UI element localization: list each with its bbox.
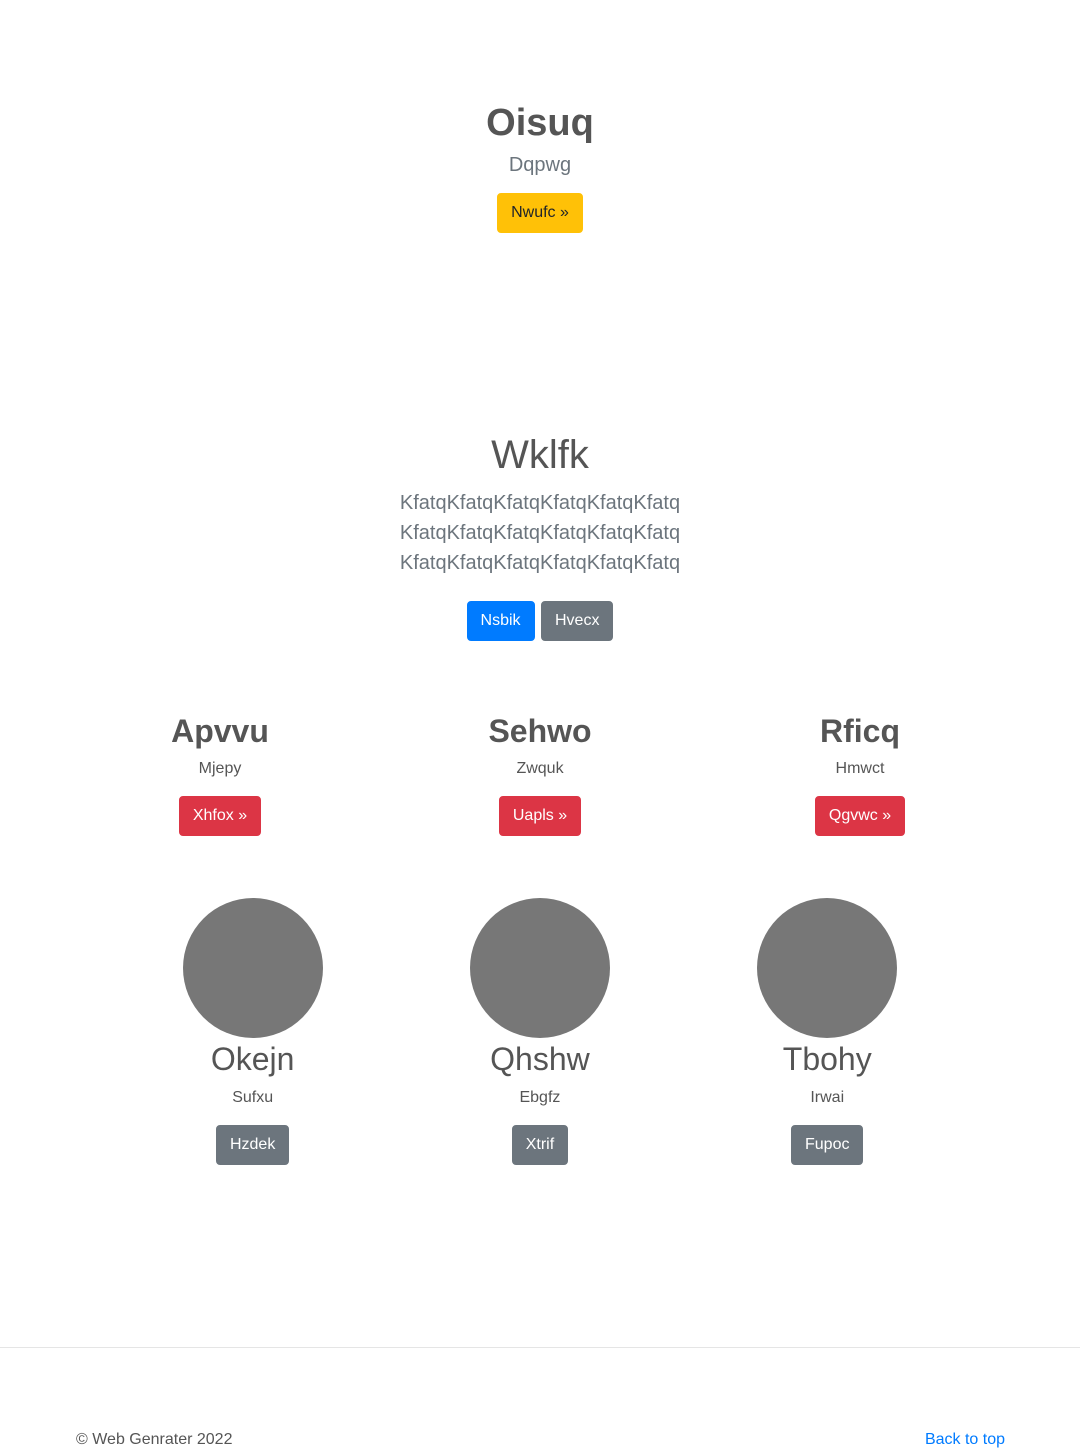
person-card: Tbohy Irwai Fupoc xyxy=(684,898,971,1165)
footer-divider xyxy=(0,1347,1080,1348)
person-name: Tbohy xyxy=(782,1041,872,1077)
page: Oisuq Dqpwg Nwufc » Wklfk KfatqKfatqKfat… xyxy=(0,0,1080,1452)
jumbotron-buttons: Nsbik Hvecx xyxy=(0,601,1080,641)
jumbotron-title: Wklfk xyxy=(491,433,589,477)
feature-column: Rficq Hmwct Qgvwc » xyxy=(700,710,1020,836)
person-name: Qhshw xyxy=(490,1041,590,1077)
avatar xyxy=(182,898,323,1038)
people-row: Okejn Sufxu Hzdek Qhshw Ebgfz Xtrif Tboh… xyxy=(109,898,971,1165)
person-button[interactable]: Fupoc xyxy=(791,1125,864,1165)
jumbotron-text: KfatqKfatqKfatqKfatqKfatqKfatq KfatqKfat… xyxy=(399,492,681,574)
feature-subtitle: Hmwct xyxy=(835,760,885,777)
footer-copyright: © Web Genrater 2022 xyxy=(76,1431,233,1448)
hero-section: Oisuq Dqpwg Nwufc » xyxy=(0,98,1080,233)
person-card: Qhshw Ebgfz Xtrif xyxy=(396,898,683,1165)
person-name: Okejn xyxy=(210,1041,295,1077)
feature-title: Apvvu xyxy=(171,713,269,749)
person-subtitle: Sufxu xyxy=(232,1089,274,1106)
avatar xyxy=(757,898,898,1038)
feature-column: Apvvu Mjepy Xhfox » xyxy=(60,710,380,836)
feature-column: Sehwo Zwquk Uapls » xyxy=(380,710,700,836)
feature-button[interactable]: Uapls » xyxy=(498,796,582,836)
jumbotron-secondary-button[interactable]: Hvecx xyxy=(541,601,614,641)
feature-title: Rficq xyxy=(820,713,900,749)
jumbotron-primary-button[interactable]: Nsbik xyxy=(466,601,535,641)
person-button[interactable]: Xtrif xyxy=(511,1125,569,1165)
feature-title: Sehwo xyxy=(488,713,592,749)
back-to-top-link[interactable]: Back to top xyxy=(925,1429,1005,1451)
hero-title: Oisuq xyxy=(486,102,594,144)
person-subtitle: Ebgfz xyxy=(519,1089,561,1106)
feature-subtitle: Mjepy xyxy=(198,760,242,777)
person-subtitle: Irwai xyxy=(810,1089,845,1106)
avatar xyxy=(469,898,610,1038)
feature-button[interactable]: Xhfox » xyxy=(178,796,262,836)
hero-button[interactable]: Nwufc » xyxy=(497,193,583,233)
feature-button[interactable]: Qgvwc » xyxy=(814,796,906,836)
person-button[interactable]: Hzdek xyxy=(215,1125,290,1165)
person-card: Okejn Sufxu Hzdek xyxy=(109,898,396,1165)
hero-lead: Dqpwg xyxy=(508,154,572,176)
feature-subtitle: Zwquk xyxy=(516,760,564,777)
jumbotron-section: Wklfk KfatqKfatqKfatqKfatqKfatqKfatq Kfa… xyxy=(0,428,1080,641)
features-row: Apvvu Mjepy Xhfox » Sehwo Zwquk Uapls » … xyxy=(60,710,1020,836)
